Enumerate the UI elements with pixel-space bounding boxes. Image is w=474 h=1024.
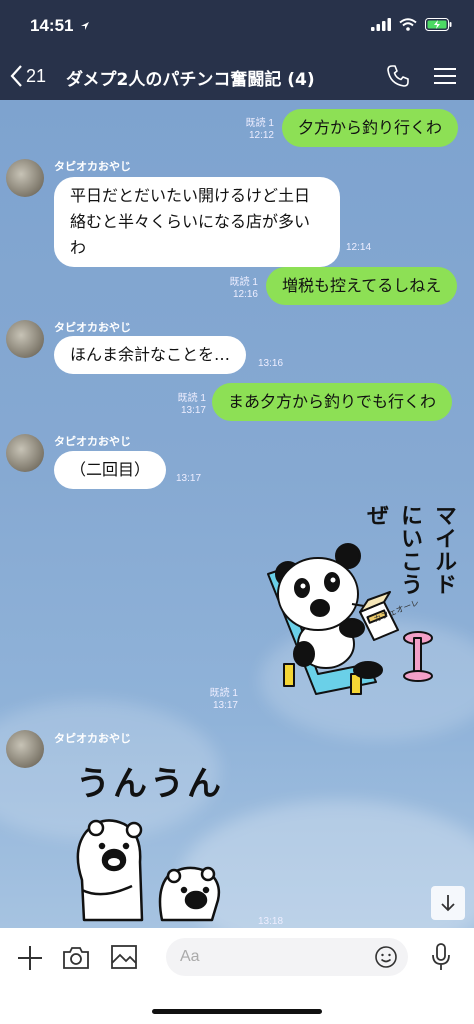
chevron-left-icon [10, 65, 22, 87]
message-time: 12:14 [346, 242, 372, 253]
avatar[interactable] [6, 730, 44, 768]
message-text-line: 平日だとだいたい開けるけど土日 [70, 186, 311, 205]
chat-area[interactable]: 既読 1 12:12 夕方から釣り行くわ タピオカおやじ 平日だとだいたい開ける… [0, 100, 474, 928]
microphone-icon[interactable] [430, 942, 452, 972]
avatar[interactable] [6, 320, 44, 358]
message-text: 増税も控えてるしねえ [282, 276, 442, 295]
message-text: ほんま余計なことを… [70, 345, 231, 364]
message-time: 12:12 [248, 130, 274, 141]
message-text: （二回目） [70, 460, 151, 479]
scroll-to-bottom-button[interactable] [431, 886, 465, 920]
status-bar: 14:51 [0, 0, 474, 52]
message-bubble-sent[interactable]: まあ夕方から釣りでも行くわ [212, 383, 453, 421]
message-time: 13:17 [180, 405, 206, 416]
sticker-bears[interactable]: うんうん [62, 750, 252, 928]
message-time: 13:18 [258, 916, 284, 927]
avatar[interactable] [6, 159, 44, 197]
home-indicator [152, 1009, 322, 1014]
phone-icon[interactable] [386, 64, 410, 88]
image-icon[interactable] [110, 944, 138, 970]
message-bubble-sent[interactable]: 夕方から釣り行くわ [282, 109, 459, 147]
read-receipt: 既読 1 [245, 118, 274, 129]
sender-name: タピオカおやじ [54, 160, 131, 173]
battery-charging-icon [425, 18, 452, 31]
read-receipt: 既読 1 [177, 393, 206, 404]
message-bubble-received[interactable]: （二回目） [54, 451, 167, 489]
avatar[interactable] [6, 434, 44, 472]
emoji-icon[interactable] [374, 945, 398, 969]
sender-name: タピオカおやじ [54, 732, 131, 745]
message-input-container [166, 938, 408, 976]
message-bubble-received[interactable]: 平日だとだいたい開けるけど土日 絡むと半々くらいになる店が多い わ [54, 177, 340, 267]
message-bubble-sent[interactable]: 増税も控えてるしねえ [266, 267, 458, 305]
arrow-down-icon [441, 895, 455, 912]
read-receipt: 既読 1 [229, 277, 258, 288]
sticker-panda[interactable]: カフェオーレ マイルドにいこうぜ [256, 504, 456, 706]
message-meta: 既読 1 12:16 [222, 277, 258, 301]
chat-header: 21 ダメプ2人のパチンコ奮闘記 (4) [0, 52, 474, 100]
message-bubble-received[interactable]: ほんま余計なことを… [54, 336, 247, 374]
message-meta: 既読 1 13:17 [200, 688, 238, 712]
message-meta: 既読 1 13:17 [170, 393, 206, 417]
chat-title: ダメプ2人のパチンコ奮闘記 (4) [66, 70, 315, 90]
message-text: まあ夕方から釣りでも行くわ [228, 392, 437, 411]
message-input[interactable] [166, 938, 346, 976]
bears-nodding-illustration [76, 819, 221, 922]
back-button[interactable]: 21 [10, 64, 46, 88]
message-text: 夕方から釣り行くわ [298, 118, 443, 137]
message-meta: 既読 1 12:12 [238, 118, 274, 142]
sender-name: タピオカおやじ [54, 435, 131, 448]
message-text-line: 絡むと半々くらいになる店が多い [70, 212, 311, 231]
sticker-caption: マイルドにいこうぜ [363, 504, 456, 596]
message-text-line: わ [70, 238, 87, 257]
location-arrow-icon [81, 22, 89, 30]
cellular-signal-icon [371, 18, 391, 31]
camera-icon[interactable] [61, 945, 91, 971]
plus-icon[interactable] [16, 944, 44, 972]
message-time: 13:17 [176, 473, 202, 484]
message-time: 13:17 [212, 700, 238, 711]
message-time: 12:16 [232, 289, 258, 300]
read-receipt: 既読 1 [209, 688, 238, 699]
status-time: 14:51 [30, 16, 74, 35]
sender-name: タピオカおやじ [54, 321, 131, 334]
menu-icon[interactable] [434, 67, 456, 85]
message-time: 13:16 [258, 358, 284, 369]
wifi-icon [399, 18, 417, 31]
status-icons [371, 18, 452, 31]
unread-count: 21 [26, 65, 47, 86]
